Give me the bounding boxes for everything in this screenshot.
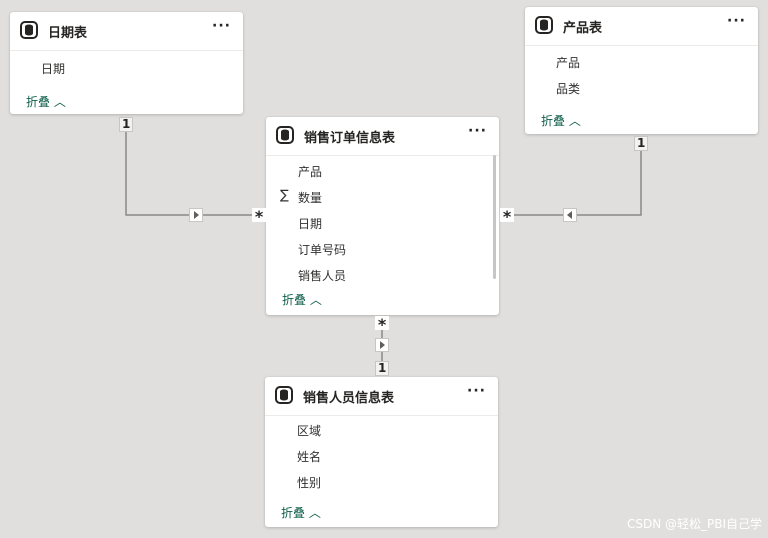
scrollbar[interactable] <box>493 155 496 279</box>
field-item[interactable]: 区域 <box>297 422 321 439</box>
table-title: 日期表 <box>48 26 88 41</box>
collapse-button[interactable]: 折叠 ︿ <box>26 93 66 110</box>
table-title: 产品表 <box>563 21 603 36</box>
cardinality-many-label: * <box>252 208 266 226</box>
cardinality-many-label: * <box>500 208 514 226</box>
field-item[interactable]: 销售人员 <box>298 267 346 284</box>
cardinality-one-label: 1 <box>119 117 134 132</box>
field-item[interactable]: 姓名 <box>297 448 321 465</box>
field-item[interactable]: 订单号码 <box>298 241 346 258</box>
chevron-up-icon: ︿ <box>568 114 581 128</box>
sum-icon: ∑ <box>280 188 289 203</box>
cardinality-many-label: * <box>375 316 389 334</box>
field-item[interactable]: 日期 <box>298 215 322 232</box>
more-options-button[interactable]: ··· <box>212 18 231 34</box>
field-item[interactable]: 性别 <box>297 474 321 491</box>
more-options-button[interactable]: ··· <box>468 123 487 139</box>
field-item[interactable]: 日期 <box>41 60 65 77</box>
table-card-header[interactable]: 产品表 ··· <box>525 7 758 46</box>
field-item[interactable]: 产品 <box>556 54 580 71</box>
more-options-button[interactable]: ··· <box>467 383 486 399</box>
database-icon <box>275 386 293 404</box>
table-card-orders[interactable]: 销售订单信息表 ··· 产品 ∑ 数量 日期 订单号码 销售人员 折叠 ︿ <box>266 117 499 315</box>
chevron-up-icon: ︿ <box>53 95 66 109</box>
field-item[interactable]: 品类 <box>556 80 580 97</box>
cardinality-one-label: 1 <box>375 361 390 376</box>
field-item[interactable]: 数量 <box>298 189 322 206</box>
collapse-button[interactable]: 折叠 ︿ <box>541 112 581 129</box>
filter-direction-left-icon[interactable] <box>563 208 577 222</box>
table-card-header[interactable]: 销售订单信息表 ··· <box>266 117 499 156</box>
relationship-line-date-orders <box>125 127 254 216</box>
table-title: 销售订单信息表 <box>304 131 396 146</box>
more-options-button[interactable]: ··· <box>727 13 746 29</box>
filter-direction-right-icon[interactable] <box>189 208 203 222</box>
filter-direction-up-icon[interactable] <box>375 338 389 352</box>
database-icon <box>535 16 553 34</box>
cardinality-one-label: 1 <box>634 136 649 151</box>
field-item[interactable]: 产品 <box>298 163 322 180</box>
table-card-salesperson[interactable]: 销售人员信息表 ··· 区域 姓名 性别 折叠 ︿ <box>265 377 498 527</box>
relationship-line-product-orders <box>512 147 642 216</box>
chevron-up-icon: ︿ <box>309 293 322 307</box>
chevron-up-icon: ︿ <box>308 506 321 520</box>
database-icon <box>20 21 38 39</box>
table-card-date[interactable]: 日期表 ··· 日期 折叠 ︿ <box>10 12 243 114</box>
watermark: CSDN @轻松_PBI自己学 <box>626 517 762 531</box>
database-icon <box>276 126 294 144</box>
table-card-header[interactable]: 日期表 ··· <box>10 12 243 51</box>
table-title: 销售人员信息表 <box>303 391 395 406</box>
collapse-button[interactable]: 折叠 ︿ <box>281 504 321 521</box>
table-card-header[interactable]: 销售人员信息表 ··· <box>265 377 498 416</box>
collapse-button[interactable]: 折叠 ︿ <box>282 291 322 308</box>
table-card-product[interactable]: 产品表 ··· 产品 品类 折叠 ︿ <box>525 7 758 134</box>
